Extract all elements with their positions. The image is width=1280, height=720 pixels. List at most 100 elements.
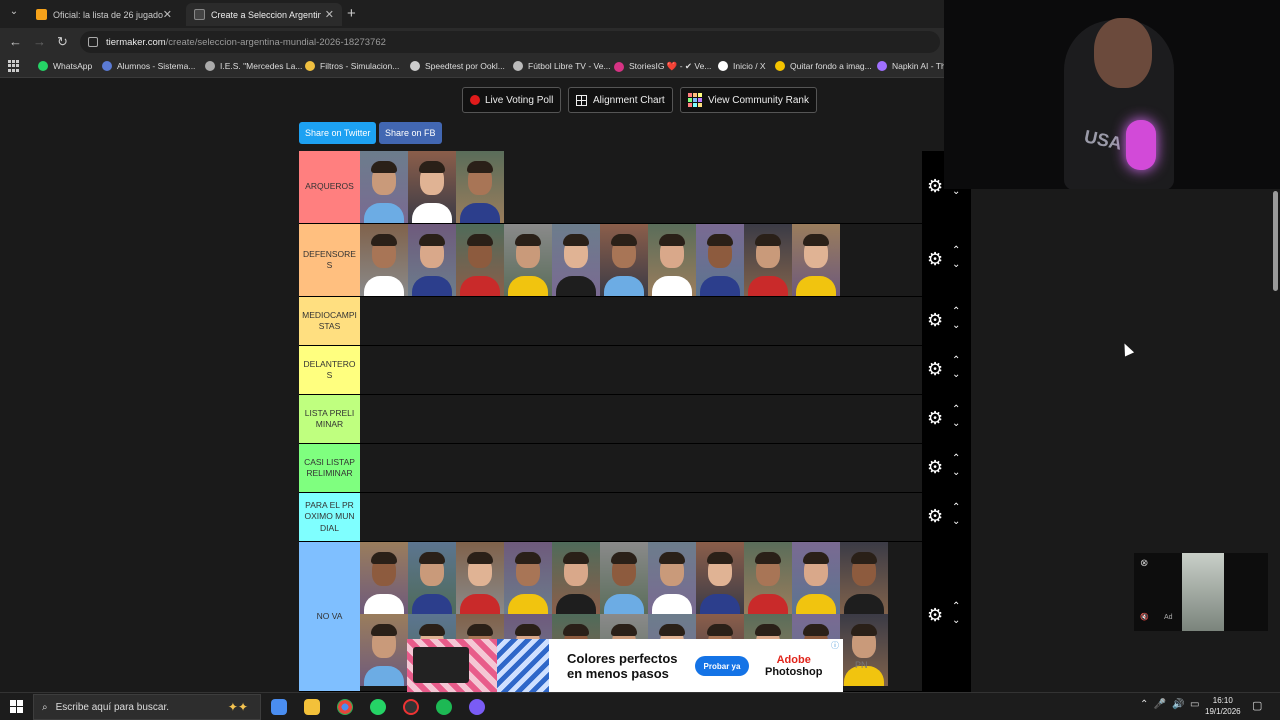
bookmark-item[interactable]: Alumnos - Sistema... — [102, 61, 195, 71]
bookmark-item[interactable]: Inicio / X — [718, 61, 766, 71]
new-tab-icon[interactable]: + — [347, 5, 356, 22]
obs-icon[interactable] — [403, 699, 419, 715]
copilot-sparkle-icon[interactable]: ✦✦ — [228, 700, 248, 714]
tier-label[interactable]: NO VA — [299, 542, 360, 691]
move-down-icon[interactable]: ⌄ — [952, 615, 960, 626]
bookmark-item[interactable]: Filtros - Simulacion... — [305, 61, 399, 71]
file-explorer-icon[interactable] — [304, 699, 320, 715]
tier-settings-icon[interactable]: ⚙ — [927, 176, 943, 197]
tab-search-icon[interactable]: ⌄ — [6, 6, 22, 22]
tier-items[interactable] — [360, 297, 922, 345]
player-card[interactable] — [456, 542, 504, 614]
tier-items[interactable] — [360, 346, 922, 394]
move-down-icon[interactable]: ⌄ — [952, 369, 960, 380]
move-down-icon[interactable]: ⌄ — [952, 320, 960, 331]
player-card[interactable] — [744, 542, 792, 614]
player-card[interactable] — [456, 151, 504, 223]
tier-settings-icon[interactable]: ⚙ — [927, 506, 943, 527]
bookmark-item[interactable]: Fútbol Libre TV - Ve... — [513, 61, 611, 71]
tier-items[interactable] — [360, 224, 922, 296]
player-card[interactable] — [456, 224, 504, 296]
move-down-icon[interactable]: ⌄ — [952, 418, 960, 429]
close-tab-icon[interactable]: ✕ — [325, 8, 334, 21]
adobe-ad-banner[interactable]: Colores perfectos en menos pasos Probar … — [407, 639, 843, 693]
player-card[interactable] — [504, 224, 552, 296]
spotify-icon[interactable] — [436, 699, 452, 715]
move-up-icon[interactable]: ⌃ — [952, 601, 960, 612]
player-card[interactable] — [408, 542, 456, 614]
forward-icon[interactable]: → — [33, 34, 46, 49]
tier-label[interactable]: LISTA PRELIMINAR — [299, 395, 360, 443]
video-ad[interactable]: ⊗ 🔇 Ad — [1134, 553, 1268, 631]
move-up-icon[interactable]: ⌃ — [952, 502, 960, 513]
tier-label[interactable]: CASI LISTAPRELIMINAR — [299, 444, 360, 492]
view-community-rank-button[interactable]: View Community Rank — [680, 87, 817, 113]
player-card[interactable] — [552, 542, 600, 614]
player-card[interactable] — [792, 224, 840, 296]
move-down-icon[interactable]: ⌄ — [952, 467, 960, 478]
bookmark-item[interactable]: Speedtest por Ookl... — [410, 61, 505, 71]
tier-label[interactable]: DELANTEROS — [299, 346, 360, 394]
move-down-icon[interactable]: ⌄ — [952, 259, 960, 270]
move-up-icon[interactable]: ⌃ — [952, 404, 960, 415]
tier-label[interactable]: DEFENSORES — [299, 224, 360, 296]
bookmark-item[interactable]: I.E.S. "Mercedes La... — [205, 61, 302, 71]
move-up-icon[interactable]: ⌃ — [952, 306, 960, 317]
player-card[interactable] — [696, 542, 744, 614]
player-card[interactable] — [408, 224, 456, 296]
share-twitter-button[interactable]: Share on Twitter — [299, 122, 377, 144]
player-card[interactable] — [648, 224, 696, 296]
whatsapp-icon[interactable] — [370, 699, 386, 715]
tier-settings-icon[interactable]: ⚙ — [927, 605, 943, 626]
tier-items[interactable] — [360, 444, 922, 492]
player-card[interactable] — [552, 224, 600, 296]
system-tray[interactable]: ⌃ 🎤 🔊 ▭ — [1140, 699, 1199, 710]
player-card[interactable] — [504, 542, 552, 614]
tier-items[interactable] — [360, 395, 922, 443]
player-card[interactable] — [408, 151, 456, 223]
tier-items[interactable] — [360, 151, 922, 223]
address-bar[interactable]: tiermaker.com/create/seleccion-argentina… — [80, 31, 940, 53]
move-down-icon[interactable]: ⌄ — [952, 516, 960, 527]
player-card[interactable] — [360, 224, 408, 296]
taskbar-clock[interactable]: 16:10 19/1/2026 — [1205, 696, 1241, 718]
discord-icon[interactable] — [469, 699, 485, 715]
page-scrollbar[interactable] — [1270, 189, 1280, 692]
tier-settings-icon[interactable]: ⚙ — [927, 310, 943, 331]
player-card[interactable] — [696, 224, 744, 296]
close-ad-icon[interactable]: ⊗ — [1140, 558, 1148, 569]
player-card[interactable] — [648, 542, 696, 614]
player-card[interactable] — [360, 614, 408, 686]
chrome-icon[interactable] — [337, 699, 353, 715]
player-card[interactable] — [600, 224, 648, 296]
tab-oficial-lista[interactable]: Oficial: la lista de 26 jugadores ✕ — [28, 3, 180, 26]
store-icon[interactable] — [271, 699, 287, 715]
video-ad-thumbnail[interactable] — [1182, 553, 1224, 631]
reload-icon[interactable]: ↻ — [57, 34, 68, 50]
apps-grid-icon[interactable] — [8, 60, 20, 72]
tier-label[interactable]: PARA EL PROXIMO MUNDIAL — [299, 493, 360, 541]
player-card[interactable] — [360, 542, 408, 614]
tier-settings-icon[interactable]: ⚙ — [927, 408, 943, 429]
player-card[interactable] — [744, 224, 792, 296]
tier-settings-icon[interactable]: ⚙ — [927, 457, 943, 478]
ad-choices-icon[interactable]: ⓘ — [831, 640, 839, 651]
share-fb-button[interactable]: Share on FB — [379, 122, 442, 144]
bookmark-item[interactable]: WhatsApp — [38, 61, 92, 71]
tab-tiermaker[interactable]: Create a Seleccion Argentina M ✕ — [186, 3, 342, 26]
tier-label[interactable]: MEDIOCAMPISTAS — [299, 297, 360, 345]
live-voting-poll-button[interactable]: Live Voting Poll — [462, 87, 562, 113]
tier-settings-icon[interactable]: ⚙ — [927, 249, 943, 270]
player-card[interactable] — [600, 542, 648, 614]
tier-settings-icon[interactable]: ⚙ — [927, 359, 943, 380]
notifications-icon[interactable]: ▢ — [1252, 699, 1262, 712]
player-card[interactable] — [792, 542, 840, 614]
player-card[interactable] — [840, 542, 888, 614]
tier-items[interactable] — [360, 493, 922, 541]
ad-cta-button[interactable]: Probar ya — [695, 656, 749, 676]
back-icon[interactable]: ← — [9, 34, 22, 49]
bookmark-item[interactable]: Napkin AI - Th — [877, 61, 946, 71]
move-up-icon[interactable]: ⌃ — [952, 245, 960, 256]
scrollbar-thumb[interactable] — [1273, 191, 1278, 291]
tier-label[interactable]: ARQUEROS — [299, 151, 360, 223]
